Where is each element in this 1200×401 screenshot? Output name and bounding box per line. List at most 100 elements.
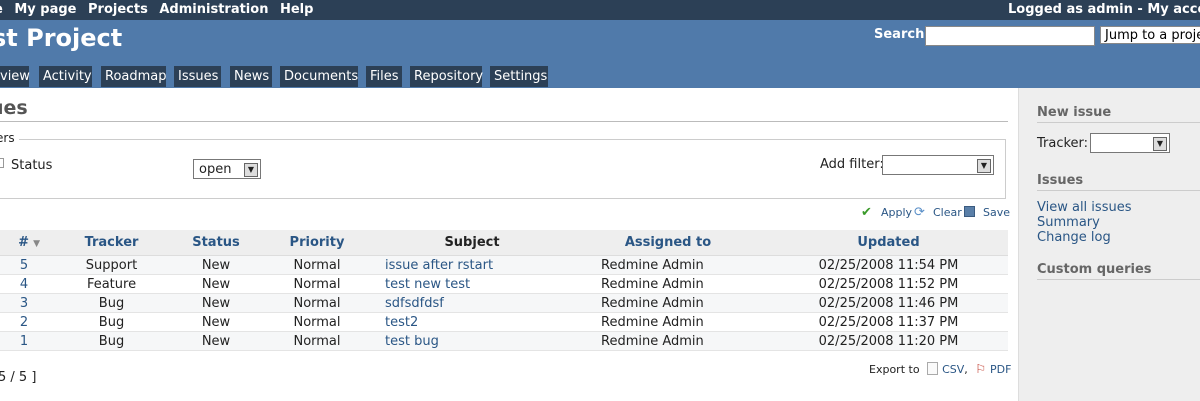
tab-roadmap[interactable]: Roadmap <box>101 66 167 87</box>
tab-files[interactable]: Files <box>366 66 402 87</box>
sidebar-issues-heading: Issues <box>1037 173 1084 188</box>
add-filter-label: Add filter: <box>820 157 884 172</box>
issue-assignee: Redmine Admin <box>567 274 769 294</box>
issue-id-link[interactable]: 3 <box>0 293 48 313</box>
top-menu-left: e My page Projects Administration Help <box>0 2 320 17</box>
issue-subject-link[interactable]: test2 <box>377 312 567 332</box>
tab-documents[interactable]: Documents <box>280 66 358 87</box>
issue-priority: Normal <box>257 293 377 313</box>
export-bar: Export to CSV, ⚐ PDF <box>869 362 1011 376</box>
issue-assignee: Redmine Admin <box>567 255 769 275</box>
table-row: 5 Support New Normal issue after rstart … <box>0 255 1008 275</box>
dropdown-arrow-icon: ▼ <box>1153 137 1167 151</box>
top-menu: e My page Projects Administration Help L… <box>0 0 1200 20</box>
top-menu-administration[interactable]: Administration <box>159 2 268 17</box>
title-divider <box>0 121 1008 122</box>
issue-priority: Normal <box>257 274 377 294</box>
issue-id-link[interactable]: 2 <box>0 312 48 332</box>
dropdown-arrow-icon: ▼ <box>977 159 991 173</box>
page-title: ues <box>0 97 28 119</box>
export-label: Export to <box>869 363 920 376</box>
table-row: 4 Feature New Normal test new test Redmi… <box>0 274 1008 294</box>
issue-status: New <box>175 331 257 351</box>
pdf-link[interactable]: PDF <box>990 363 1011 376</box>
top-menu-help[interactable]: Help <box>280 2 313 17</box>
top-menu-home[interactable]: e <box>0 2 3 17</box>
issue-assignee: Redmine Admin <box>567 312 769 332</box>
issue-tracker: Feature <box>48 274 175 294</box>
status-filter-checkbox[interactable] <box>0 158 4 168</box>
col-updated-header[interactable]: Updated <box>769 230 1008 256</box>
issue-priority: Normal <box>257 255 377 275</box>
issue-subject-link[interactable]: test bug <box>377 331 567 351</box>
sidebar: New issue Tracker: ▼ Issues View all iss… <box>1018 88 1200 401</box>
summary-link[interactable]: Summary <box>1037 215 1100 230</box>
add-filter-select[interactable]: ▼ <box>882 155 994 175</box>
issue-updated: 02/25/2008 11:46 PM <box>769 293 1008 313</box>
col-priority-header[interactable]: Priority <box>257 230 377 256</box>
issue-updated: 02/25/2008 11:54 PM <box>769 255 1008 275</box>
sidebar-divider <box>1037 122 1200 123</box>
tab-settings[interactable]: Settings <box>490 66 548 87</box>
issue-subject-link[interactable]: test new test <box>377 274 567 294</box>
status-filter-label: Status <box>11 158 53 173</box>
save-link[interactable]: Save <box>983 206 1010 219</box>
col-assigned-header[interactable]: Assigned to <box>567 230 769 256</box>
apply-link[interactable]: Apply <box>881 206 912 219</box>
issue-status: New <box>175 312 257 332</box>
tab-news[interactable]: News <box>230 66 272 87</box>
my-account-link[interactable]: My account <box>1147 2 1200 17</box>
issue-id-link[interactable]: 1 <box>0 331 48 351</box>
change-log-link[interactable]: Change log <box>1037 230 1111 245</box>
tracker-select[interactable]: ▼ <box>1090 133 1170 153</box>
filters-legend: ers <box>0 131 19 145</box>
table-header-row: # ▼ Tracker Status Priority Subject Assig… <box>0 230 1008 256</box>
issue-updated: 02/25/2008 11:52 PM <box>769 274 1008 294</box>
tracker-label: Tracker: <box>1037 136 1089 151</box>
project-title: st Project <box>0 24 123 52</box>
account-area: Logged as admin - My account S <box>1008 2 1200 17</box>
issue-tracker: Bug <box>48 312 175 332</box>
issues-table: # ▼ Tracker Status Priority Subject Assig… <box>0 230 1008 351</box>
sidebar-divider <box>1037 190 1200 191</box>
col-subject-header: Subject <box>377 230 567 256</box>
account-separator: - <box>1137 2 1143 17</box>
issue-priority: Normal <box>257 331 377 351</box>
issue-subject-link[interactable]: issue after rstart <box>377 255 567 275</box>
tab-activity[interactable]: Activity <box>39 66 92 87</box>
sort-desc-icon: ▼ <box>33 239 40 249</box>
tab-repository[interactable]: Repository <box>410 66 483 87</box>
export-comma: , <box>964 363 968 376</box>
issue-subject-link[interactable]: sdfsdfdsf <box>377 293 567 313</box>
clear-link[interactable]: Clear <box>933 206 962 219</box>
status-operator-select[interactable]: open ▼ <box>193 159 261 179</box>
status-operator-value: open <box>199 162 232 177</box>
issue-status: New <box>175 255 257 275</box>
issue-assignee: Redmine Admin <box>567 331 769 351</box>
issue-id-link[interactable]: 4 <box>0 274 48 294</box>
issue-assignee: Redmine Admin <box>567 293 769 313</box>
issue-id-link[interactable]: 5 <box>0 255 48 275</box>
top-menu-my-page[interactable]: My page <box>14 2 76 17</box>
table-row: 3 Bug New Normal sdfsdfdsf Redmine Admin… <box>0 293 1008 313</box>
checkmark-icon: ✔ <box>861 205 872 220</box>
table-row: 1 Bug New Normal test bug Redmine Admin … <box>0 331 1008 351</box>
dropdown-arrow-icon: ▼ <box>244 163 258 177</box>
col-id-header[interactable]: # ▼ <box>0 230 48 256</box>
search-input[interactable] <box>925 26 1095 46</box>
tab-issues[interactable]: Issues <box>174 66 221 87</box>
issue-status: New <box>175 293 257 313</box>
jump-to-project-select[interactable]: Jump to a proje <box>1100 26 1200 44</box>
csv-file-icon <box>927 362 939 375</box>
view-all-issues-link[interactable]: View all issues <box>1037 200 1131 215</box>
col-tracker-header[interactable]: Tracker <box>48 230 175 256</box>
search-label: Search: <box>874 27 930 42</box>
col-status-header[interactable]: Status <box>175 230 257 256</box>
tab-overview[interactable]: view <box>0 66 30 87</box>
top-menu-projects[interactable]: Projects <box>88 2 148 17</box>
csv-link[interactable]: CSV <box>942 363 964 376</box>
reload-icon: ⟳ <box>914 205 925 220</box>
pagination: 5 / 5 ] <box>0 370 37 385</box>
issue-tracker: Support <box>48 255 175 275</box>
logged-as-text: Logged as admin <box>1008 2 1133 17</box>
